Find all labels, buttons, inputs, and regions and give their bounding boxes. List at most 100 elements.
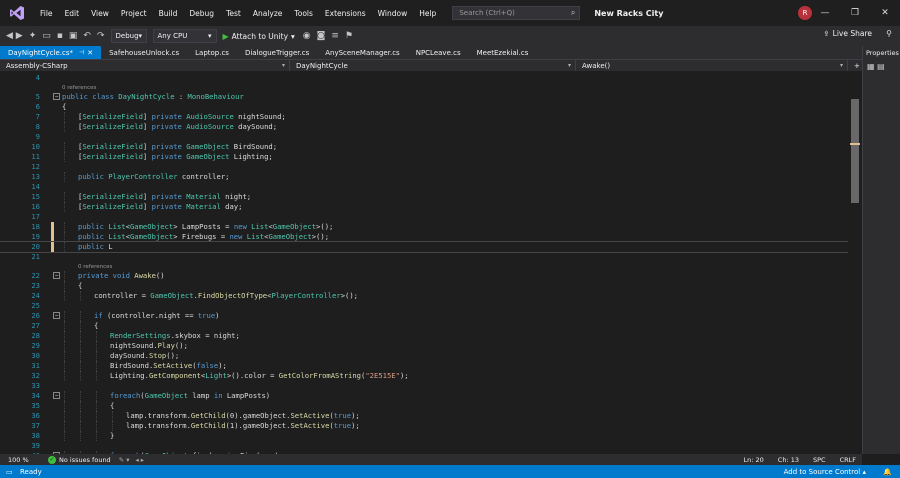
property-icons[interactable]: ▦ ▤ [863,60,900,73]
restore-icon[interactable]: ❐ [840,8,870,18]
menu-item-debug[interactable]: Debug [183,9,220,18]
codelens-references[interactable]: 0 references [78,263,112,271]
configuration-dropdown[interactable]: Debug ▾ [110,29,147,43]
code-line[interactable]: 30 daySound.Stop(); [0,351,848,361]
class-dropdown[interactable]: DayNightCycle ▾ [290,60,576,71]
attach-to-unity-button[interactable]: ▶ Attach to Unity ▾ [223,32,295,41]
menu-item-edit[interactable]: Edit [59,9,86,18]
member-dropdown[interactable]: Awake() ▾ [576,60,848,71]
tab-safehouseunlock-cs[interactable]: SafehouseUnlock.cs [101,46,187,59]
code-line[interactable]: 24 controller = GameObject.FindObjectOfTy… [0,291,848,301]
code-line[interactable]: 27 { [0,321,848,331]
tab-dialoguetrigger-cs[interactable]: DialogueTrigger.cs [237,46,317,59]
code-line[interactable]: 6{ [0,102,848,112]
minimize-icon[interactable]: — [810,8,840,18]
line-ending[interactable]: CRLF [840,456,856,464]
menu-item-build[interactable]: Build [153,9,184,18]
issues-indicator[interactable]: ✓ No issues found [48,455,111,464]
menu-item-help[interactable]: Help [413,9,442,18]
screenshot-icon[interactable]: ◙ [317,31,326,41]
code-line[interactable]: 9 [0,132,848,142]
tab-laptop-cs[interactable]: Laptop.cs [187,46,237,59]
code-line[interactable]: 34 − foreach(GameObject lamp in LampPosts) [0,391,848,401]
menu-item-tools[interactable]: Tools [288,9,318,18]
zoom-level[interactable]: 100 % [8,456,48,464]
code-line[interactable]: 10 [SerializeField] private GameObject Bi… [0,142,848,152]
close-icon[interactable]: ✕ [870,8,900,18]
open-icon[interactable]: ▭ [42,31,51,41]
split-editor-icon[interactable]: + [848,60,862,71]
code-editor[interactable]: 40 references 5− public class DayNightCycl… [0,71,862,454]
fold-toggle-icon[interactable]: − [53,272,60,279]
project-dropdown[interactable]: Assembly-CSharp ▾ [0,60,290,71]
undo-icon[interactable]: ↶ [83,31,91,41]
menu-item-analyze[interactable]: Analyze [247,9,289,18]
code-line[interactable]: 19 public List<GameObject> Firebugs = new… [0,232,848,242]
code-line[interactable]: 21 [0,252,848,262]
code-line[interactable]: 28 RenderSettings.skybox = night; [0,331,848,341]
code-line[interactable]: 31 BirdSound.SetActive(false); [0,361,848,371]
tab-anyscenemanager-cs[interactable]: AnySceneManager.cs [317,46,407,59]
properties-tab[interactable]: Properties [863,46,900,60]
code-line[interactable]: 23 { [0,281,848,291]
back-forward-icon[interactable]: ◀ ▶ [6,31,23,41]
tab-daynightcycle-cs-[interactable]: DayNightCycle.cs* ⊣ ✕ [0,46,102,59]
save-all-icon[interactable]: ▣ [69,31,78,41]
comment-icon[interactable]: ≡ [331,31,339,41]
code-line[interactable]: 20 public L [0,241,849,253]
feedback-icon[interactable]: ⚲ [886,29,892,38]
vertical-scrollbar[interactable] [848,71,862,454]
code-line[interactable]: 17 [0,212,848,222]
add-to-source-control-button[interactable]: Add to Source Control ▴ [784,468,866,476]
scrollbar-thumb[interactable] [851,99,859,203]
code-line[interactable]: 12 [0,162,848,172]
search-box[interactable]: Search (Ctrl+Q) ⌕ [452,6,581,20]
code-line[interactable]: 29 nightSound.Play(); [0,341,848,351]
bookmark-icon[interactable]: ⚑ [345,31,353,41]
code-line[interactable]: 8 [SerializeField] private AudioSource da… [0,122,848,132]
menu-item-window[interactable]: Window [372,9,414,18]
tab-meetezekial-cs[interactable]: MeetEzekial.cs [469,46,537,59]
codelens-references[interactable]: 0 references [62,84,96,92]
code-line[interactable]: 35 { [0,401,848,411]
save-icon[interactable]: ▪ [57,31,63,41]
fold-toggle-icon[interactable]: − [53,392,60,399]
code-line[interactable]: 32 Lighting.GetComponent<Light>().color =… [0,371,848,381]
platform-dropdown[interactable]: Any CPU ▾ [152,29,217,43]
code-line[interactable]: 33 [0,381,848,391]
tab-npcleave-cs[interactable]: NPCLeave.cs [408,46,469,59]
code-line[interactable]: 13 public PlayerController controller; [0,172,848,182]
code-line[interactable]: 26 − if (controller.night == true) [0,311,848,321]
fold-toggle-icon[interactable]: − [53,312,60,319]
code-line[interactable]: 36 lamp.transform.GetChild(0).gameObject.… [0,411,848,421]
new-item-icon[interactable]: ✦ [29,31,37,41]
code-line[interactable]: 16 [SerializeField] private Material day; [0,202,848,212]
menu-item-file[interactable]: File [34,9,59,18]
code-line[interactable]: 25 [0,301,848,311]
code-line[interactable]: 15 [SerializeField] private Material nigh… [0,192,848,202]
live-share-button[interactable]: ⇪ Live Share [823,29,872,38]
fold-toggle-icon[interactable]: − [53,93,60,100]
code-line[interactable]: 39 [0,441,848,451]
menu-item-view[interactable]: View [85,9,115,18]
menu-item-project[interactable]: Project [115,9,153,18]
notifications-icon[interactable]: 🔔 [883,468,892,476]
browser-icon[interactable]: ◉ [303,31,311,41]
menu-item-extensions[interactable]: Extensions [319,9,372,18]
close-tab-icon[interactable]: ✕ [87,49,93,57]
code-line[interactable]: 18 public List<GameObject> LampPosts = ne… [0,222,848,232]
whitespace-mode[interactable]: SPC [813,456,826,464]
code-line[interactable]: 37 lamp.transform.GetChild(1).gameObject.… [0,421,848,431]
pin-icon[interactable]: ⊣ [79,49,84,56]
code-line[interactable]: 38} [0,431,848,441]
code-line[interactable]: 14 [0,182,848,192]
redo-icon[interactable]: ↷ [97,31,105,41]
code-line[interactable]: 11 [SerializeField] private GameObject Li… [0,152,848,162]
brush-icon[interactable]: ✎ ▾ [119,456,130,464]
code-line[interactable]: 5 − public class DayNightCycle : MonoBehav… [0,92,848,102]
nav-arrows-icon[interactable]: ◂ ▸ [135,456,144,464]
code-line[interactable]: 22 − private void Awake() [0,271,848,281]
code-line[interactable]: 7 [SerializeField] private AudioSource ni… [0,112,848,122]
menu-item-test[interactable]: Test [220,9,247,18]
code-line[interactable]: 4 [0,73,848,83]
